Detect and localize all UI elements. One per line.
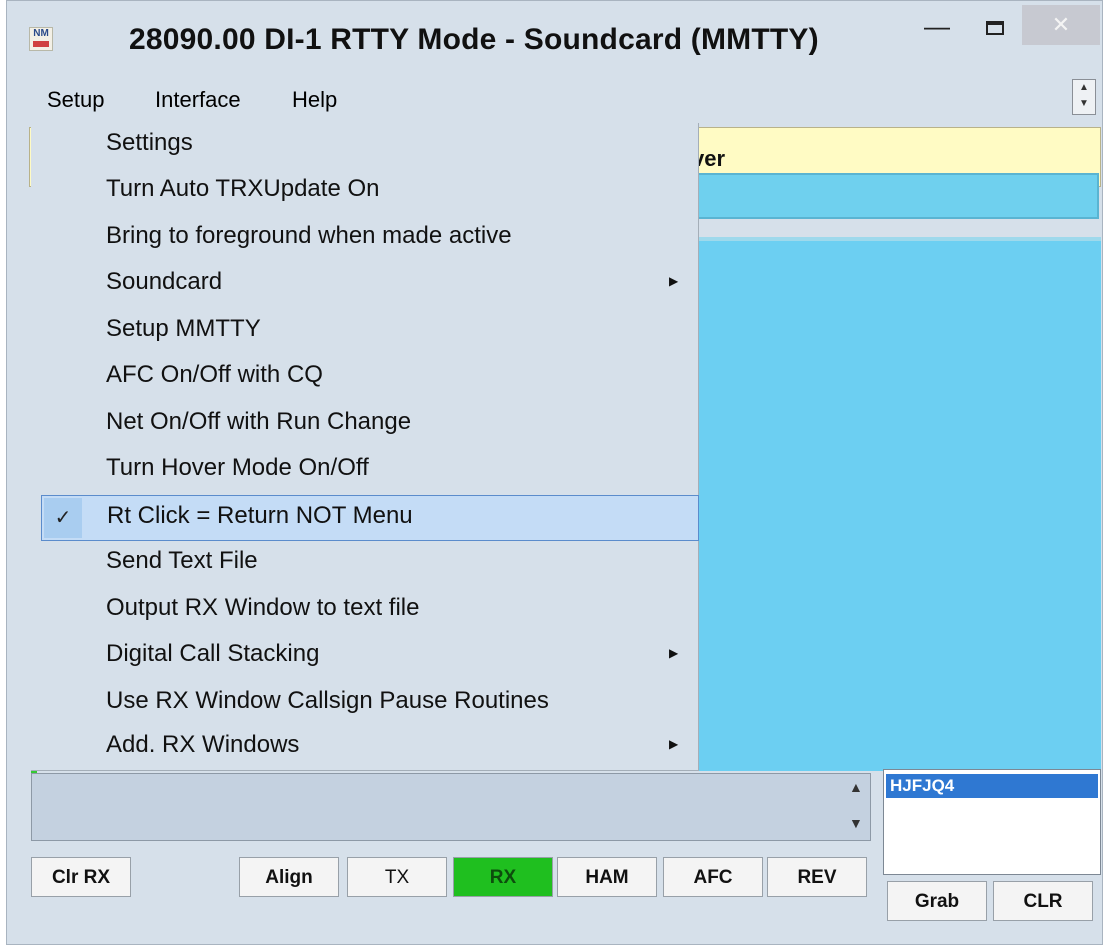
app-logo-text: NM [33, 28, 49, 39]
logo-bar [33, 41, 49, 47]
main-window: NM 28090.00 DI-1 RTTY Mode - Soundcard (… [6, 0, 1103, 945]
menu-item-label: Use RX Window Callsign Pause Routines [106, 687, 549, 714]
menu-item-label: Turn Auto TRXUpdate On [106, 175, 380, 202]
tx-text-box[interactable] [31, 773, 871, 841]
menu-item-label: Turn Hover Mode On/Off [106, 454, 369, 481]
menu-item-label: Net On/Off with Run Change [106, 408, 412, 435]
callsign-stack-list[interactable]: HJFJQ4 [883, 769, 1101, 875]
ham-button[interactable]: HAM [557, 857, 657, 897]
menu-item-setup-mmtty[interactable]: Setup MMTTY [31, 309, 698, 355]
menu-item-net-with-run-change[interactable]: Net On/Off with Run Change [31, 402, 698, 448]
check-icon: ✓ [44, 498, 82, 538]
scroll-up-icon[interactable]: ▲ [849, 779, 863, 795]
menu-item-label: Settings [106, 129, 193, 156]
rx-button[interactable]: RX [453, 857, 553, 897]
menu-item-label: Soundcard [106, 268, 223, 295]
menu-help[interactable]: Help [292, 87, 337, 113]
maximize-icon [986, 21, 1004, 35]
menu-item-hover-mode[interactable]: Turn Hover Mode On/Off [31, 448, 698, 494]
grab-button[interactable]: Grab [887, 881, 987, 921]
submenu-arrow-icon: ▶ [669, 646, 679, 660]
title-bar[interactable]: NM 28090.00 DI-1 RTTY Mode - Soundcard (… [7, 1, 1102, 81]
menu-item-digital-call-stacking[interactable]: Digital Call Stacking ▶ [31, 634, 698, 680]
clear-rx-button[interactable]: Clr RX [31, 857, 131, 897]
scroll-down-icon[interactable]: ▼ [849, 815, 863, 831]
menu-item-auto-trxupdate[interactable]: Turn Auto TRXUpdate On [31, 169, 698, 215]
menu-item-settings[interactable]: Settings [31, 123, 698, 169]
menu-item-label: Setup MMTTY [106, 315, 261, 342]
menu-item-label: Bring to foreground when made active [106, 222, 512, 249]
menu-item-bring-to-foreground[interactable]: Bring to foreground when made active [31, 216, 698, 262]
menu-item-label: Send Text File [106, 547, 258, 574]
align-button[interactable]: Align [239, 857, 339, 897]
menu-item-soundcard[interactable]: Soundcard ▶ [31, 262, 698, 308]
clr-button[interactable]: CLR [993, 881, 1093, 921]
menu-item-callsign-pause-routines[interactable]: Use RX Window Callsign Pause Routines [31, 681, 698, 727]
menu-item-afc-with-cq[interactable]: AFC On/Off with CQ [31, 355, 698, 401]
menu-item-label: Digital Call Stacking [106, 640, 320, 667]
spin-up-icon[interactable]: ▲ [1073, 80, 1095, 96]
submenu-arrow-icon: ▶ [669, 737, 679, 751]
minimize-button[interactable]: — [917, 11, 957, 41]
spin-down-icon[interactable]: ▼ [1073, 96, 1095, 112]
menu-setup[interactable]: Setup [47, 87, 105, 113]
submenu-arrow-icon: ▶ [669, 274, 679, 288]
menu-interface[interactable]: Interface [155, 87, 241, 113]
menu-item-label: Add. RX Windows [106, 731, 300, 758]
menu-item-add-rx-windows[interactable]: Add. RX Windows ▶ [31, 725, 698, 771]
close-button[interactable]: ✕ [1022, 5, 1100, 45]
menu-item-label: AFC On/Off with CQ [106, 361, 323, 388]
maximize-button[interactable] [975, 11, 1015, 41]
callsign-item[interactable]: HJFJQ4 [886, 774, 1098, 798]
menu-item-output-rx-window[interactable]: Output RX Window to text file [31, 588, 698, 634]
menu-item-send-text-file[interactable]: Send Text File [31, 541, 698, 587]
afc-button[interactable]: AFC [663, 857, 763, 897]
menu-item-label: Rt Click = Return NOT Menu [107, 502, 413, 529]
app-logo-icon[interactable]: NM [29, 27, 53, 51]
menu-item-label: Output RX Window to text file [106, 594, 420, 621]
tx-button[interactable]: TX [347, 857, 447, 897]
setup-dropdown-menu: Settings Turn Auto TRXUpdate On Bring to… [31, 123, 699, 771]
rev-button[interactable]: REV [767, 857, 867, 897]
menu-item-rt-click-return[interactable]: ✓ Rt Click = Return NOT Menu [41, 495, 699, 541]
window-title: 28090.00 DI-1 RTTY Mode - Soundcard (MMT… [129, 23, 819, 56]
spin-control[interactable]: ▲ ▼ [1072, 79, 1096, 115]
frequency-bar[interactable] [692, 173, 1099, 219]
